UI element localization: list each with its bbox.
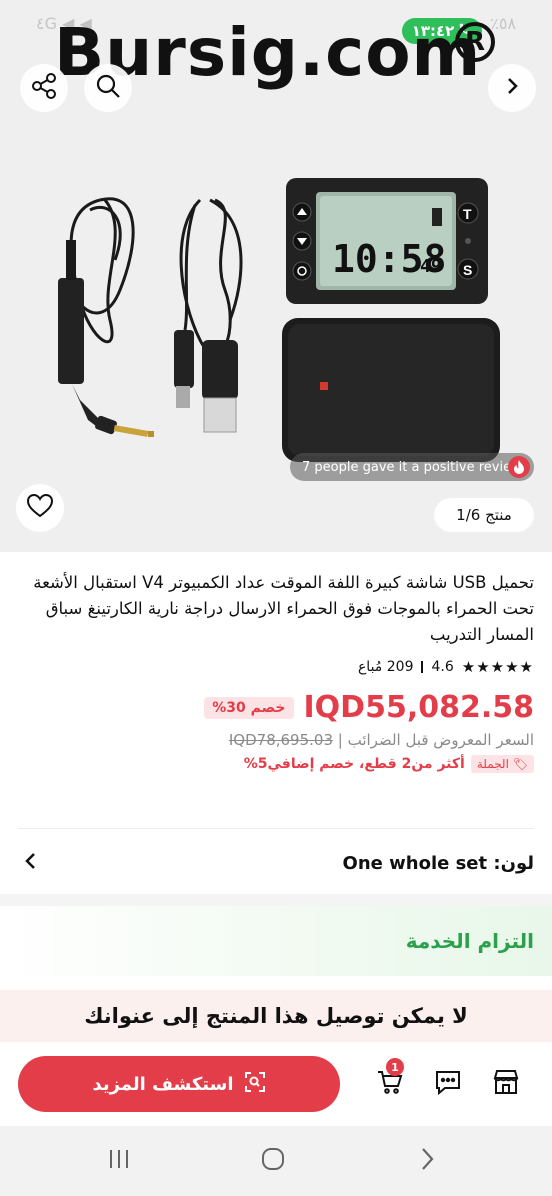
product-info: تحميل USB شاشة كبيرة اللفة الموقت عداد ا…: [0, 552, 552, 828]
color-selector[interactable]: لون: One whole set: [0, 836, 552, 890]
service-commitment[interactable]: التزام الخدمة: [0, 906, 552, 976]
bulk-badge-label: الجملة: [476, 757, 509, 771]
review-text: 7 people gave it a positive review: [302, 459, 522, 475]
color-label: لون: One whole set: [342, 852, 534, 874]
svg-text:T: T: [463, 206, 472, 222]
chevron-left-icon: [22, 851, 38, 875]
price-row: IQD55,082.58 خصم 30%: [18, 690, 534, 725]
image-counter: منتج 1/6: [434, 498, 534, 532]
scan-search-icon: [244, 1071, 266, 1098]
delivery-text: لا يمكن توصيل هذا المنتج إلى عنوانك: [84, 1004, 468, 1028]
store-icon: [492, 1069, 520, 1099]
cart-count-badge: 1: [386, 1058, 404, 1076]
next-button[interactable]: [488, 64, 536, 112]
cart-button[interactable]: 1: [372, 1058, 408, 1102]
rating-row[interactable]: ★★★★★ 4.6 209 مُباع: [18, 658, 534, 676]
image-search-button[interactable]: [84, 64, 132, 112]
battery-status: ٪٥٨: [490, 14, 516, 33]
recent-apps-icon: [106, 1147, 132, 1175]
search-icon: [95, 73, 121, 103]
usb-connector: [203, 397, 237, 433]
bottom-action-bar: استكشف المزيد 1: [0, 1042, 552, 1126]
service-title: التزام الخدمة: [405, 929, 534, 953]
product-title: تحميل USB شاشة كبيرة اللفة الموقت عداد ا…: [33, 573, 534, 644]
cable-plug: [58, 278, 84, 384]
bulk-discount-row: 🏷 الجملة أكثر من2 قطع، خصم إضافي5%: [18, 755, 534, 773]
recent-apps-button[interactable]: [104, 1148, 134, 1174]
product-gallery[interactable]: 10:58 49 T S ٤G ◀ ◀ ١٣:٤٢ ٪٥٨ Bursig.com…: [0, 0, 552, 552]
explore-more-button[interactable]: استكشف المزيد: [18, 1056, 340, 1112]
fire-icon: [508, 456, 530, 478]
bulk-discount-text: أكثر من2 قطع، خصم إضافي5%: [243, 756, 465, 772]
back-icon: [417, 1146, 437, 1176]
discount-badge: خصم 30%: [204, 696, 294, 719]
separator: [421, 661, 424, 673]
back-button[interactable]: [412, 1148, 442, 1174]
delivery-warning: لا يمكن توصيل هذا المنتج إلى عنوانك: [0, 990, 552, 1042]
bulk-badge: 🏷 الجملة: [470, 755, 534, 773]
registered-mark: R: [455, 22, 495, 62]
sold-count: 209 مُباع: [357, 659, 414, 675]
old-price: IQD78,695.03: [228, 731, 333, 749]
system-nav-bar: [0, 1126, 552, 1196]
section-gap: [0, 894, 552, 906]
divider: [18, 828, 534, 829]
svg-text:S: S: [463, 262, 472, 278]
micro-usb-connector: [176, 386, 190, 408]
explore-label: استكشف المزيد: [92, 1073, 234, 1095]
old-price-label: السعر المعروض قبل الضرائب: [347, 731, 534, 749]
store-button[interactable]: [488, 1066, 524, 1102]
current-price: IQD55,082.58: [303, 690, 534, 725]
star-rating: ★★★★★: [461, 658, 534, 676]
rating-value: 4.6: [431, 659, 454, 675]
device-seconds: 49: [420, 256, 442, 277]
old-price-row: السعر المعروض قبل الضرائب | IQD78,695.03: [228, 731, 534, 749]
share-icon: [30, 72, 58, 104]
home-button[interactable]: [258, 1148, 288, 1174]
chat-button[interactable]: [430, 1066, 466, 1102]
heart-icon: [26, 493, 54, 523]
wishlist-button[interactable]: [16, 484, 64, 532]
chevron-right-icon: [502, 76, 522, 100]
review-pill: 7 people gave it a positive review: [290, 453, 534, 481]
tag-icon: 🏷: [512, 757, 528, 771]
chat-icon: [434, 1069, 462, 1099]
share-button[interactable]: [20, 64, 68, 112]
home-icon: [260, 1146, 286, 1176]
